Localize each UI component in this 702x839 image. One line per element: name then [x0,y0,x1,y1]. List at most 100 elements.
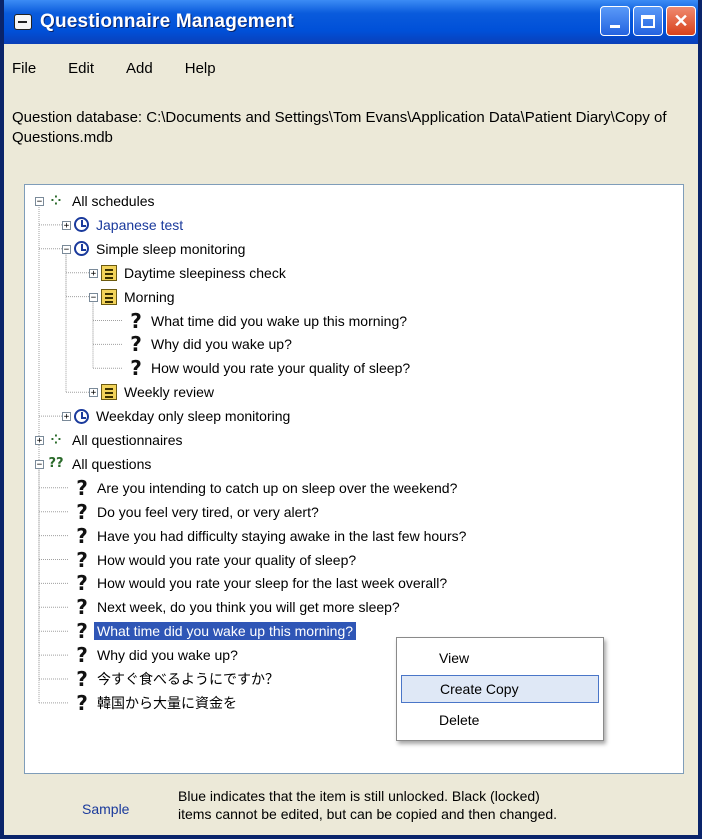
menu-bar: File Edit Add Help [10,60,218,77]
questionnaire-icon [101,288,117,305]
legend-note-line-2: items cannot be edited, but can be copie… [178,806,558,822]
context-menu-view[interactable]: View [401,644,599,672]
tree-item[interactable]: ⁘ All questionnaires [47,429,186,451]
tree-item-label: Why did you wake up? [151,336,292,353]
clock-icon [74,408,89,424]
clock-icon [74,241,89,257]
tree-item[interactable]: ? Are you intending to catch up on sleep … [74,477,460,499]
legend-footer: Sample Blue indicates that the item is s… [4,782,698,832]
tree-item[interactable]: Morning [101,286,178,308]
question-icon: ? [76,690,88,715]
expand-icon[interactable]: + [62,220,71,230]
question-icon: ? [76,619,88,644]
questionnaire-icon [101,384,117,401]
context-menu-create-copy[interactable]: Create Copy [401,675,599,703]
tree-item[interactable]: ? Why did you wake up? [128,333,295,355]
collapse-icon[interactable]: − [89,292,98,302]
legend-note: Blue indicates that the item is still un… [178,787,658,823]
tree-item[interactable]: ⁘ All schedules [47,190,158,212]
window-controls: ✕ [600,6,696,36]
tree-item-label: All questionnaires [72,432,183,448]
question-icon: ? [76,595,88,620]
tree-item[interactable]: Weekday only sleep monitoring [74,405,293,427]
tree-item[interactable]: ?? All questions [47,453,154,475]
tree-item-label: 今すぐ食べるようにですか？ [97,671,279,687]
tree-item-label: Japanese test [96,216,184,233]
tree-item-label: 韓国から大量に資金を [97,694,237,711]
tree-item[interactable]: ? 韓国から大量に資金を [74,692,240,714]
database-path: Question database: C:\Documents and Sett… [12,109,667,146]
question-icon: ? [76,475,88,500]
expand-icon[interactable]: + [35,436,44,446]
tree-item[interactable]: ? What time did you wake up this morning? [74,619,357,644]
collapse-icon[interactable]: − [35,197,44,207]
tree-item[interactable]: ? How would you rate your quality of slee… [128,357,413,379]
tree-item[interactable]: ? How would you rate your sleep for the l… [74,572,450,594]
expand-icon[interactable]: + [62,412,71,422]
close-icon: ✕ [673,11,689,31]
tree-item[interactable]: ? Next week, do you think you will get mo… [74,596,403,618]
tree-item-label: All questions [72,455,152,472]
tree-item[interactable]: Daytime sleepiness check [101,262,289,284]
close-button[interactable]: ✕ [666,6,696,36]
tree-item-label: How would you rate your quality of sleep… [97,551,357,568]
menu-file[interactable]: File [10,60,38,77]
tree-item-label: Simple sleep monitoring [96,240,246,257]
question-icon: ? [130,308,142,333]
tree-item[interactable]: ? Do you feel very tired, or very alert? [74,501,322,523]
tree-item[interactable]: Weekly review [101,381,217,403]
tree-item-label: Daytime sleepiness check [124,264,286,281]
question-icon: ? [76,523,88,548]
tree-item-label-selected: What time did you wake up this morning? [94,622,357,641]
maximize-icon [641,14,655,28]
expand-icon[interactable]: + [89,388,98,398]
tree-item-label: All schedules [72,193,155,209]
title-bar[interactable]: Questionnaire Management ✕ [4,0,698,44]
schedules-group-icon: ⁘ [50,193,62,209]
collapse-icon[interactable]: − [62,244,71,254]
question-icon: ? [76,667,88,691]
app-window: Questionnaire Management ✕ File Edit Add… [0,0,702,839]
tree-item[interactable]: ? How would you rate your quality of slee… [74,549,359,571]
question-icon: ? [130,332,142,357]
collapse-icon[interactable]: − [35,459,44,469]
menu-edit[interactable]: Edit [66,60,96,77]
tree-item[interactable]: Simple sleep monitoring [74,238,248,260]
minimize-icon [610,24,620,28]
legend-sample: Sample [82,801,130,817]
question-icon: ? [76,571,88,596]
tree-item-label: How would you rate your sleep for the la… [97,575,448,592]
expand-icon[interactable]: + [89,268,98,278]
tree-item[interactable]: ? What time did you wake up this morning? [128,310,410,332]
tree-item-label: Morning [124,288,175,305]
minimize-button[interactable] [600,6,630,36]
questionnaire-icon [101,264,117,281]
question-icon: ? [76,643,88,668]
questionnaires-group-icon: ⁘ [50,432,62,448]
tree-item[interactable]: ? 今すぐ食べるようにですか？ [74,668,282,690]
menu-help[interactable]: Help [183,60,218,77]
tree-item-label: Why did you wake up? [97,647,238,664]
tree-item-label: Weekly review [124,384,214,401]
tree-item-label: Have you had difficulty staying awake in… [97,527,467,544]
tree-item-label: Next week, do you think you will get mor… [97,599,400,616]
tree-item-label: How would you rate your quality of sleep… [151,360,411,377]
tree-item[interactable]: Japanese test [74,214,186,236]
legend-note-line-1: Blue indicates that the item is still un… [178,788,540,804]
window-title: Questionnaire Management [40,11,294,32]
maximize-button[interactable] [633,6,663,36]
menu-add[interactable]: Add [124,60,155,77]
context-menu: View Create Copy Delete [396,637,604,741]
tree-item[interactable]: ? Why did you wake up? [74,644,241,666]
question-icon: ? [130,356,142,381]
questions-group-icon: ?? [48,456,64,472]
tree-item[interactable]: ? Have you had difficulty staying awake i… [74,525,469,547]
question-icon: ? [76,547,88,572]
tree-item-label: What time did you wake up this morning? [151,312,408,329]
context-menu-delete[interactable]: Delete [401,706,599,734]
tree-item-label: Weekday only sleep monitoring [96,408,291,425]
clock-icon [74,217,89,233]
app-icon[interactable] [14,14,32,30]
tree-item-label: Do you feel very tired, or very alert? [97,503,319,520]
question-icon: ? [76,499,88,524]
